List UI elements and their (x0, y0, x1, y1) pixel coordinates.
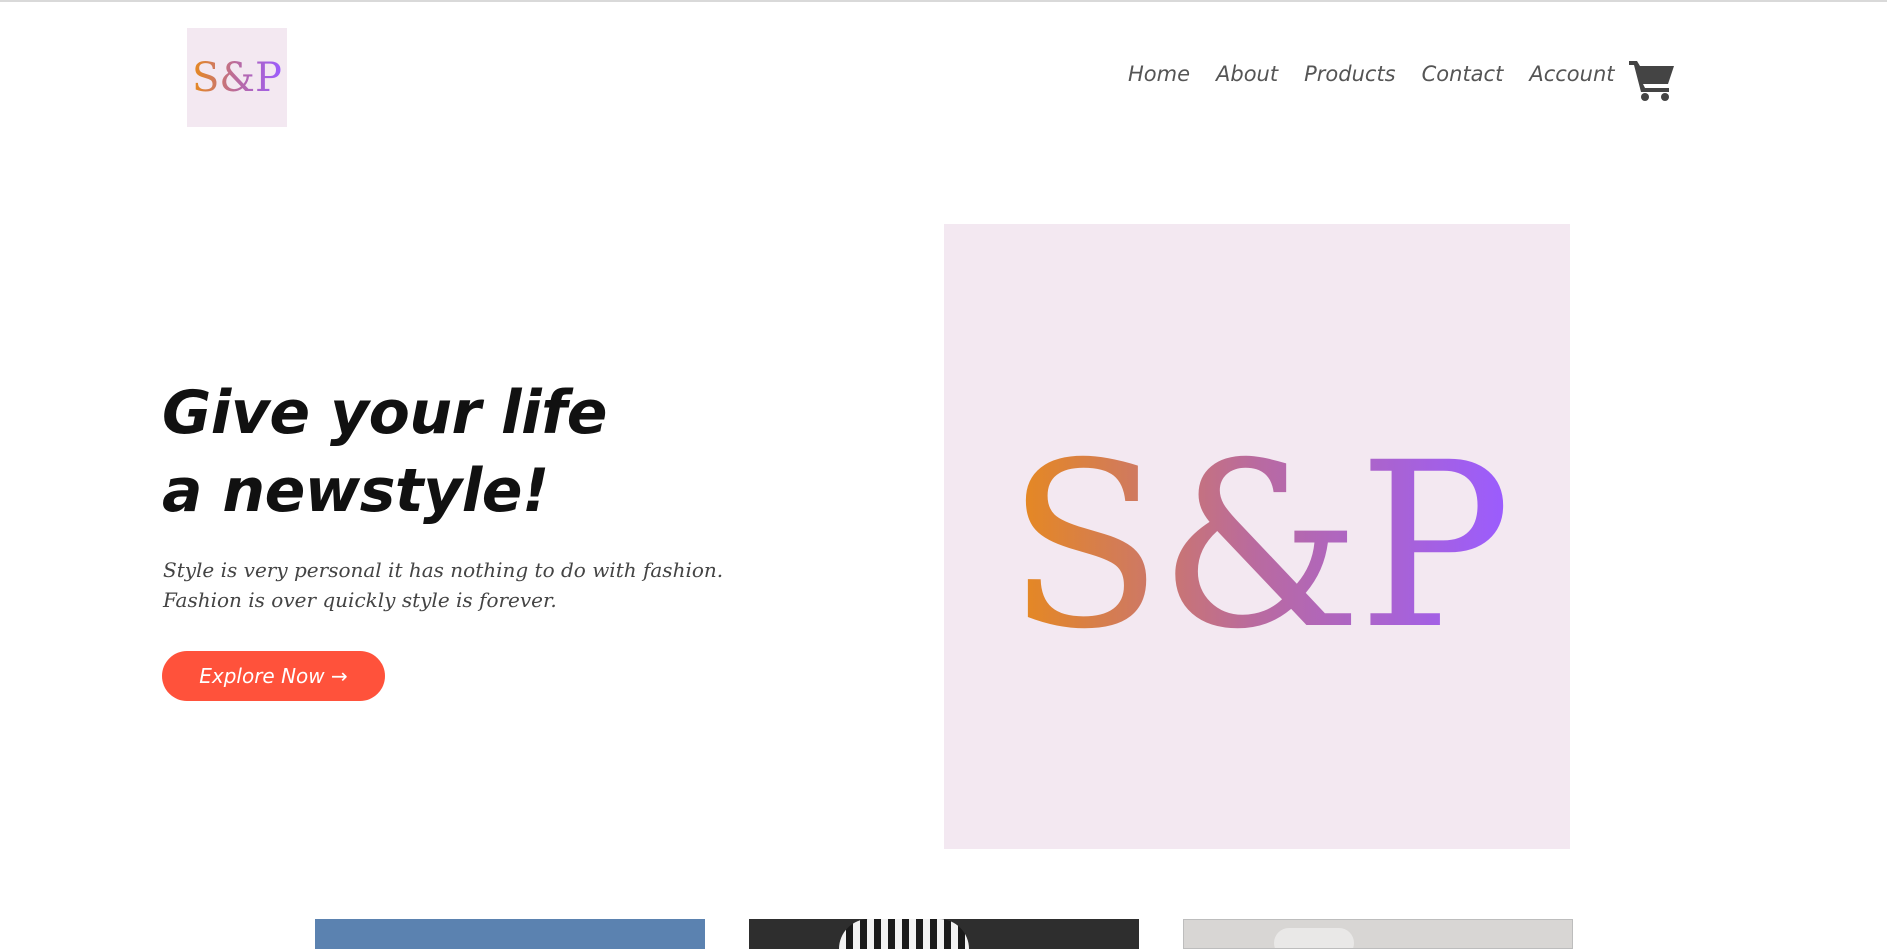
site-logo[interactable]: S&P (187, 28, 287, 127)
product-shape-graphic (1274, 928, 1354, 948)
nav-link-home[interactable]: Home (1128, 62, 1190, 86)
hero-title-line-1: Give your life (162, 378, 607, 448)
explore-now-button[interactable]: Explore Now → (162, 651, 385, 701)
featured-image-2[interactable] (749, 919, 1139, 949)
top-rule (0, 0, 1887, 2)
shopping-cart-icon[interactable] (1628, 58, 1676, 102)
hero-subtitle-line-1: Style is very personal it has nothing to… (163, 558, 724, 582)
nav-link-about[interactable]: About (1216, 62, 1278, 86)
hero-logo-text: S&P (1006, 412, 1512, 679)
hero-title: Give your life a newstyle! (162, 374, 607, 530)
nav-link-contact[interactable]: Contact (1422, 62, 1504, 86)
nav-link-account[interactable]: Account (1529, 62, 1614, 86)
nav-link-products[interactable]: Products (1304, 62, 1396, 86)
cart-icon-graphic (1629, 61, 1674, 101)
logo-text: S&P (192, 54, 282, 101)
featured-image-3[interactable] (1183, 919, 1573, 949)
hero-image: S&P (944, 224, 1570, 849)
main-nav: Home About Products Contact Account (1128, 62, 1615, 86)
hero-title-line-2: a newstyle! (162, 456, 549, 526)
hero-subtitle-line-2: Fashion is over quickly style is forever… (163, 588, 557, 612)
striped-shirt-graphic (839, 919, 969, 949)
featured-image-1[interactable] (315, 919, 705, 949)
hero-subtitle: Style is very personal it has nothing to… (163, 555, 723, 615)
